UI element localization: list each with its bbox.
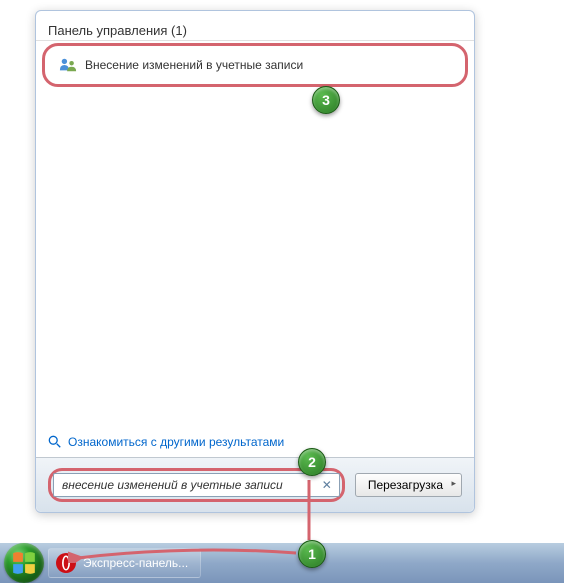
start-menu-bottom-bar: ✕ Перезагрузка (36, 457, 474, 512)
annotation-marker-2: 2 (298, 448, 326, 476)
shutdown-button[interactable]: Перезагрузка (355, 473, 462, 497)
start-menu: Панель управления (1) Внесение изменений… (35, 10, 475, 513)
windows-logo-icon (11, 550, 37, 576)
clear-search-icon[interactable]: ✕ (322, 478, 332, 492)
more-results-label: Ознакомиться с другими результатами (68, 435, 284, 449)
annotation-arrow-2 (299, 475, 319, 540)
result-item-label: Внесение изменений в учетные записи (85, 58, 303, 72)
search-icon (48, 435, 62, 449)
start-button[interactable] (4, 543, 44, 583)
annotation-marker-1: 1 (298, 540, 326, 568)
annotation-marker-3: 3 (312, 86, 340, 114)
result-item-accounts[interactable]: Внесение изменений в учетные записи (42, 43, 468, 87)
search-results-area: Панель управления (1) Внесение изменений… (36, 11, 474, 457)
user-accounts-icon (59, 56, 77, 74)
annotation-arrow-1 (68, 543, 298, 563)
shutdown-label: Перезагрузка (368, 478, 443, 492)
more-results-link[interactable]: Ознакомиться с другими результатами (48, 435, 284, 449)
search-input[interactable] (53, 473, 340, 497)
category-header: Панель управления (1) (36, 19, 474, 41)
